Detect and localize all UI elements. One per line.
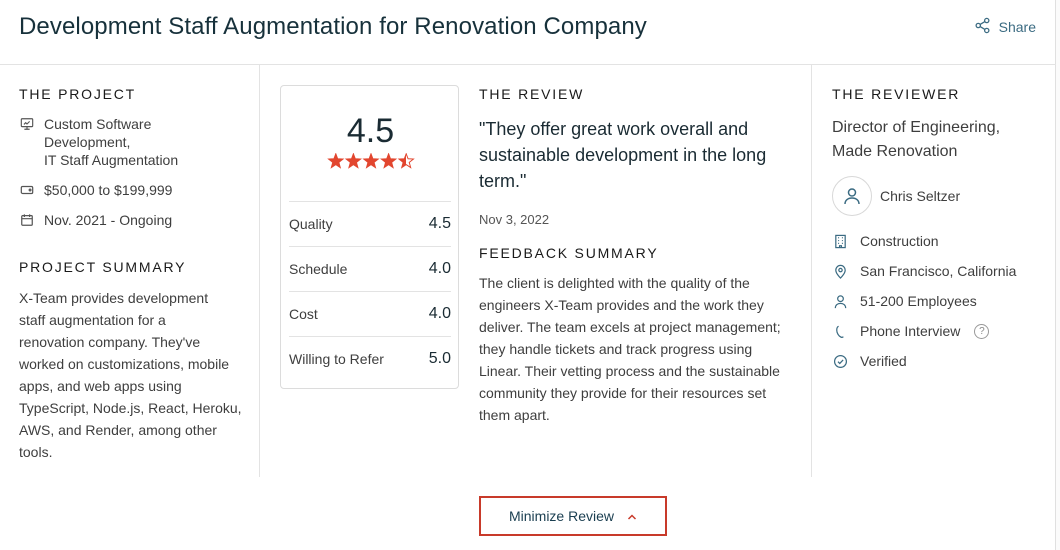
budget-text: $50,000 to $199,999 bbox=[44, 182, 173, 198]
dates-text: Nov. 2021 - Ongoing bbox=[44, 212, 173, 228]
minimize-label: Minimize Review bbox=[508, 508, 615, 524]
help-icon[interactable]: ? bbox=[974, 323, 990, 339]
quote-line: term." bbox=[479, 171, 527, 191]
quote-line: "They offer great work overall and bbox=[479, 119, 749, 139]
feedback-line: engineers X-Team provides and the work t… bbox=[479, 297, 764, 313]
reviewer-verified: Verified bbox=[832, 346, 1047, 376]
reviewer-interview: Phone Interview ? bbox=[832, 316, 1047, 346]
score-label: Willing to Refer bbox=[289, 351, 384, 367]
location-pin-icon bbox=[832, 264, 848, 279]
feedback-line: they handle tickets and track progress u… bbox=[479, 341, 753, 357]
score-value: 4.0 bbox=[428, 260, 451, 277]
feedback-line: community they provide for their resourc… bbox=[479, 385, 767, 401]
project-service-text: Custom Software Development, IT Staff Au… bbox=[44, 115, 178, 169]
summary-line: X-Team provides development bbox=[19, 290, 209, 306]
project-budget: $50,000 to $199,999 bbox=[19, 181, 249, 199]
project-summary-label: PROJECT SUMMARY bbox=[19, 259, 187, 275]
reviewer-name: Chris Seltzer bbox=[880, 188, 961, 204]
feedback-line: deliver. The team excels at project mana… bbox=[479, 319, 781, 335]
industry-text: Construction bbox=[860, 233, 939, 249]
star-rating bbox=[281, 152, 460, 174]
score-value: 4.5 bbox=[428, 215, 451, 232]
review-column: THE REVIEW "They offer great work overal… bbox=[479, 86, 794, 426]
score-label: Schedule bbox=[289, 261, 348, 277]
overall-rating: 4.5 bbox=[346, 112, 395, 150]
reviewer-company-size: 51-200 Employees bbox=[832, 286, 1047, 316]
verified-text: Verified bbox=[860, 353, 907, 369]
summary-line: renovation company. They've bbox=[19, 334, 201, 350]
reviewer-industry: Construction bbox=[832, 226, 1047, 256]
summary-line: AWS, and Render, among other bbox=[19, 422, 217, 438]
chevron-up-icon bbox=[627, 508, 637, 524]
summary-line: staff augmentation for a bbox=[19, 312, 166, 328]
rating-box: 4.5 Quality 4.5 Schedule 4.0 Cost 4.0 Wi… bbox=[280, 85, 459, 389]
review-quote: "They offer great work overall and susta… bbox=[479, 116, 794, 194]
summary-line: tools. bbox=[19, 444, 53, 460]
star-mark bbox=[361, 152, 380, 169]
role-line: Made Renovation bbox=[832, 143, 958, 160]
minimize-review-button[interactable]: Minimize Review bbox=[479, 496, 667, 536]
price-tag-icon bbox=[19, 181, 35, 199]
star-mark bbox=[344, 152, 362, 169]
share-label: Share bbox=[998, 19, 1036, 35]
score-row-refer: Willing to Refer 5.0 bbox=[289, 336, 451, 381]
verified-check-icon bbox=[832, 354, 848, 369]
monitor-icon bbox=[19, 115, 35, 133]
building-icon bbox=[832, 234, 848, 249]
feedback-summary-label: FEEDBACK SUMMARY bbox=[479, 245, 659, 261]
company-size-text: 51-200 Employees bbox=[860, 293, 977, 309]
star-mark bbox=[379, 152, 397, 169]
feedback-line: Linear. Their vetting process and the su… bbox=[479, 363, 780, 379]
project-service: Custom Software Development, IT Staff Au… bbox=[19, 115, 249, 169]
feedback-line: The client is delighted with the quality… bbox=[479, 275, 750, 291]
share-icon bbox=[974, 17, 991, 37]
score-value: 5.0 bbox=[428, 350, 451, 367]
reviewer-section-label: THE REVIEWER bbox=[832, 86, 961, 102]
reviewer-location: San Francisco, California bbox=[832, 256, 1047, 286]
star-mark bbox=[326, 152, 344, 169]
score-row-cost: Cost 4.0 bbox=[289, 291, 451, 336]
user-icon bbox=[844, 188, 860, 205]
project-summary: X-Team provides development staff augmen… bbox=[19, 287, 249, 463]
project-column: THE PROJECT Custom Software Development,… bbox=[19, 86, 249, 463]
summary-line: TypeScript, Node.js, React, Heroku, bbox=[19, 400, 242, 416]
project-dates: Nov. 2021 - Ongoing bbox=[19, 211, 249, 229]
score-value: 4.0 bbox=[428, 305, 451, 322]
quote-line: sustainable development in the long bbox=[479, 145, 767, 165]
feedback-line: them apart. bbox=[479, 407, 550, 423]
share-button[interactable]: Share bbox=[974, 17, 1036, 37]
summary-line: apps, and web apps using bbox=[19, 378, 182, 394]
reviewer-role: Director of Engineering, Made Renovation bbox=[832, 116, 1047, 164]
column-divider bbox=[259, 65, 260, 477]
avatar bbox=[832, 176, 872, 216]
score-label: Quality bbox=[289, 216, 333, 232]
review-header: Development Staff Augmentation for Renov… bbox=[0, 0, 1056, 65]
person-icon bbox=[832, 294, 848, 309]
service-line: Custom Software bbox=[44, 116, 152, 132]
feedback-summary: The client is delighted with the quality… bbox=[479, 272, 794, 426]
review-title: Development Staff Augmentation for Renov… bbox=[19, 13, 647, 40]
service-line: IT Staff Augmentation bbox=[44, 152, 179, 168]
reviewer-column: THE REVIEWER Director of Engineering, Ma… bbox=[832, 86, 1047, 376]
interview-text: Phone Interview bbox=[860, 323, 961, 339]
score-label: Cost bbox=[289, 306, 318, 322]
stars-icon bbox=[326, 152, 415, 169]
role-line: Director of Engineering, bbox=[832, 119, 1001, 136]
phone-icon bbox=[832, 324, 848, 339]
calendar-icon bbox=[19, 211, 35, 229]
star-mark bbox=[397, 152, 415, 169]
review-date: Nov 3, 2022 bbox=[479, 212, 550, 227]
summary-line: worked on customizations, mobile bbox=[19, 356, 230, 372]
score-row-schedule: Schedule 4.0 bbox=[289, 246, 451, 291]
reviewer-meta: Construction San Francisco, California 5… bbox=[832, 226, 1047, 376]
service-line: Development, bbox=[44, 134, 131, 150]
score-row-quality: Quality 4.5 bbox=[289, 201, 451, 246]
location-text: San Francisco, California bbox=[860, 263, 1017, 279]
column-divider bbox=[811, 65, 812, 477]
review-section-label: THE REVIEW bbox=[479, 86, 585, 102]
reviewer-person: Chris Seltzer bbox=[832, 176, 1047, 216]
project-section-label: THE PROJECT bbox=[19, 86, 137, 102]
review-card: Development Staff Augmentation for Renov… bbox=[0, 0, 1056, 550]
